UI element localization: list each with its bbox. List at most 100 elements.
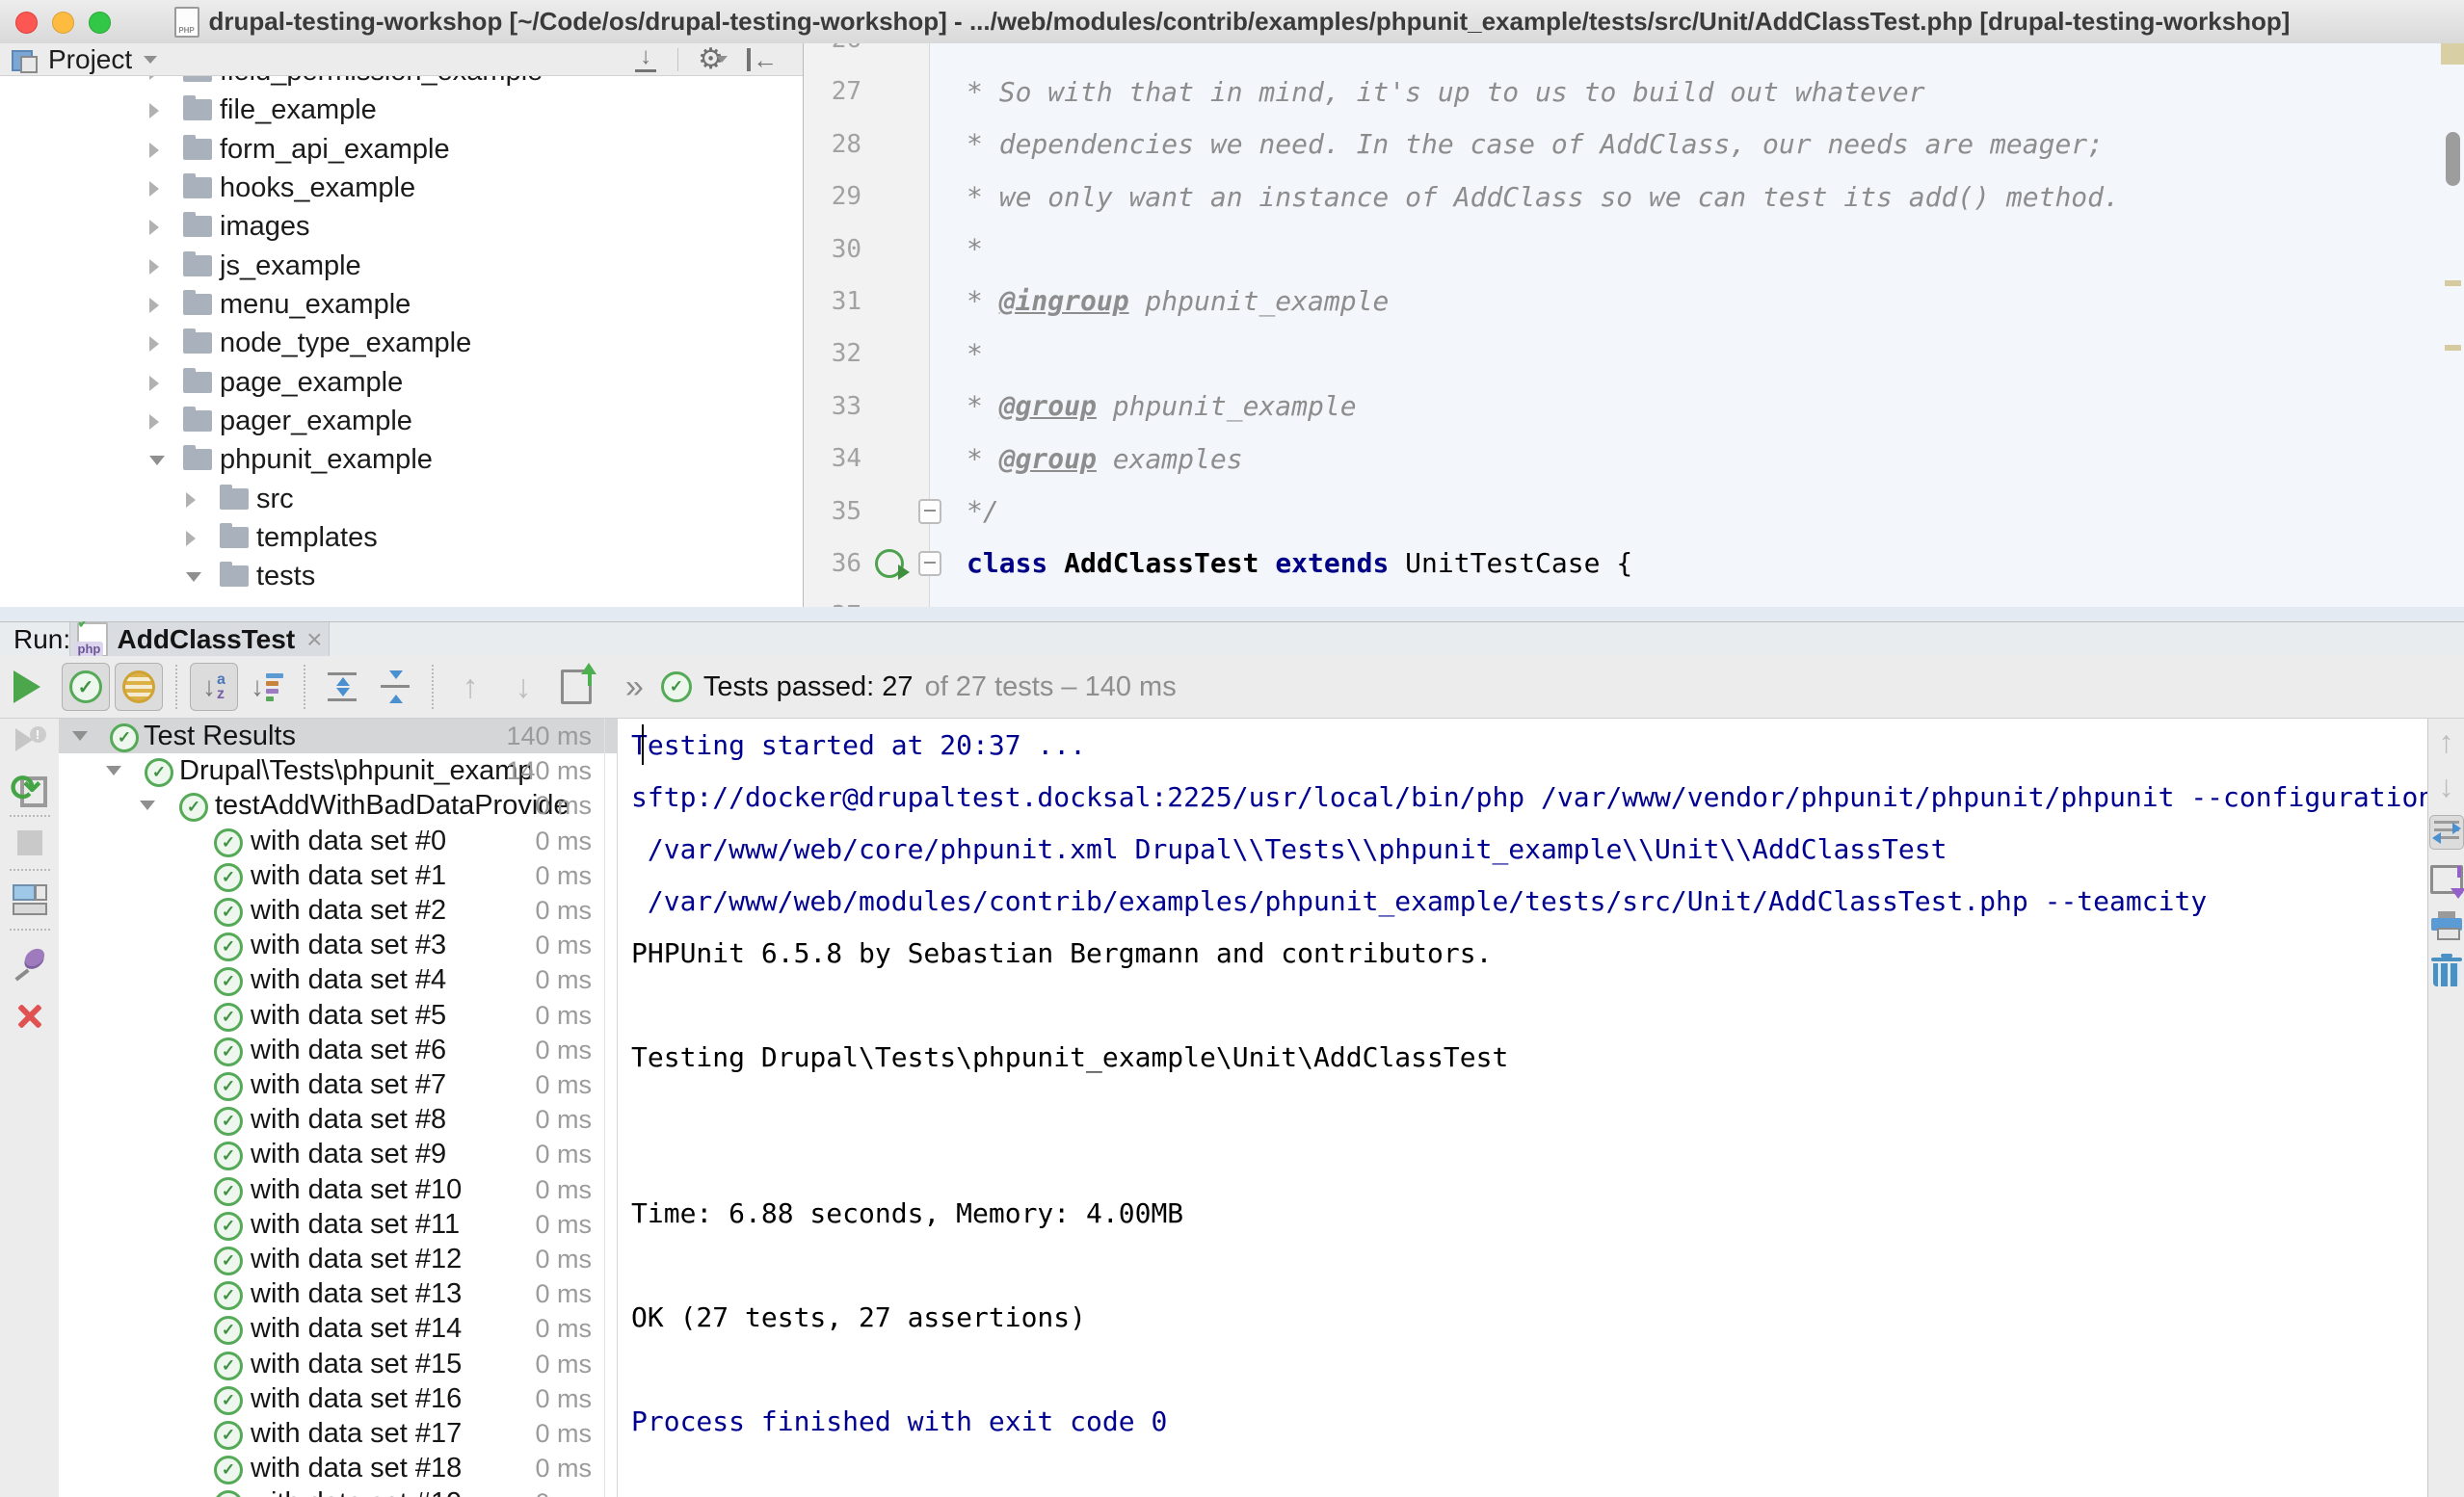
test-tree-row[interactable]: with data set #80 ms bbox=[59, 1102, 617, 1137]
test-tree-row[interactable]: Drupal\Tests\phpunit_examp140 ms bbox=[59, 753, 617, 788]
print-icon[interactable] bbox=[2431, 911, 2462, 940]
collapse-all-button[interactable] bbox=[371, 663, 419, 711]
toolbar-overflow-chevron[interactable]: » bbox=[625, 669, 644, 706]
title-bar[interactable]: drupal-testing-workshop [~/Code/os/drupa… bbox=[0, 0, 2464, 44]
test-tree-row[interactable]: with data set #140 ms bbox=[59, 1311, 617, 1346]
test-tree-row[interactable]: with data set #180 ms bbox=[59, 1451, 617, 1485]
project-panel-title[interactable]: Project bbox=[48, 44, 132, 75]
project-tree-item[interactable]: phpunit_example bbox=[0, 440, 803, 479]
test-tree-row[interactable]: with data set #120 ms bbox=[59, 1242, 617, 1276]
inspection-status-square[interactable] bbox=[2441, 43, 2464, 65]
editor-line[interactable]: 30* bbox=[804, 223, 2464, 275]
editor-line[interactable]: 36class AddClassTest extends UnitTestCas… bbox=[804, 538, 2464, 590]
file-proxy-icon[interactable] bbox=[174, 7, 199, 38]
disclosure-triangle[interactable] bbox=[149, 103, 159, 118]
test-tree-row[interactable]: with data set #130 ms bbox=[59, 1276, 617, 1311]
editor-line[interactable]: 29* we only want an instance of AddClass… bbox=[804, 171, 2464, 223]
editor-line[interactable]: 31* @ingroup phpunit_example bbox=[804, 276, 2464, 328]
code-editor[interactable]: 26*27* So with that in mind, it's up to … bbox=[804, 43, 2464, 621]
test-tree-row[interactable]: with data set #30 ms bbox=[59, 928, 617, 962]
test-tree-row[interactable]: with data set #20 ms bbox=[59, 893, 617, 928]
project-tree-item[interactable]: page_example bbox=[0, 363, 803, 402]
expand-all-button[interactable] bbox=[318, 663, 366, 711]
sort-alphabetically-toggle[interactable]: ↓az bbox=[190, 663, 238, 711]
test-tree-row[interactable]: with data set #110 ms bbox=[59, 1207, 617, 1242]
warning-stripe-mark[interactable] bbox=[2445, 280, 2461, 286]
test-tree-row[interactable]: with data set #00 ms bbox=[59, 824, 617, 858]
down-stacktrace-icon[interactable]: ↓ bbox=[2439, 771, 2454, 801]
test-tree-row[interactable]: with data set #100 ms bbox=[59, 1172, 617, 1207]
disclosure-triangle[interactable] bbox=[149, 336, 159, 352]
project-tree-item[interactable]: images bbox=[0, 207, 803, 246]
project-tree-item[interactable]: file_example bbox=[0, 91, 803, 129]
run-tab-addclasstest[interactable]: ✓php AddClassTest × bbox=[69, 622, 330, 657]
disclosure-triangle[interactable] bbox=[149, 456, 165, 465]
disclosure-triangle[interactable] bbox=[149, 143, 159, 158]
pin-tab-icon[interactable] bbox=[13, 946, 47, 981]
disclosure-triangle[interactable] bbox=[186, 572, 201, 582]
disclosure-triangle[interactable] bbox=[149, 298, 159, 313]
project-tree-item[interactable]: menu_example bbox=[0, 285, 803, 324]
next-failed-test-button[interactable]: ↓ bbox=[499, 663, 547, 711]
project-tree-item[interactable]: hooks_example bbox=[0, 169, 803, 207]
rerun-button[interactable] bbox=[13, 670, 40, 703]
rerun-failed-tests-icon[interactable]: ! bbox=[13, 724, 46, 757]
test-tree-row[interactable]: with data set #10 ms bbox=[59, 858, 617, 893]
test-tree-row[interactable]: with data set #70 ms bbox=[59, 1067, 617, 1102]
disclosure-triangle[interactable] bbox=[186, 492, 196, 508]
test-tree-row[interactable]: with data set #170 ms bbox=[59, 1416, 617, 1451]
show-ignored-toggle[interactable] bbox=[115, 663, 163, 711]
test-tree-row[interactable]: with data set #150 ms bbox=[59, 1347, 617, 1381]
disclosure-triangle[interactable] bbox=[72, 731, 88, 741]
editor-line[interactable]: 28* dependencies we need. In the case of… bbox=[804, 118, 2464, 171]
disclosure-triangle[interactable] bbox=[149, 220, 159, 235]
rerun-icon[interactable]: ⟳ bbox=[13, 771, 47, 805]
up-stacktrace-icon[interactable]: ↑ bbox=[2439, 726, 2454, 757]
editor-line[interactable]: 26* bbox=[804, 43, 2464, 66]
project-tree-item[interactable]: js_example bbox=[0, 247, 803, 285]
scroll-from-source-icon[interactable]: ↓ bbox=[633, 47, 658, 72]
test-tree-row[interactable]: with data set #160 ms bbox=[59, 1381, 617, 1416]
test-tree-row[interactable]: testAddWithBadDataProvide0 ms bbox=[59, 788, 617, 823]
code-fold-marker[interactable] bbox=[918, 499, 941, 524]
chevron-down-icon[interactable] bbox=[144, 56, 157, 64]
editor-line[interactable]: 34* @group examples bbox=[804, 433, 2464, 485]
console-output[interactable]: Testing started at 20:37 ...sftp://docke… bbox=[617, 719, 2428, 1497]
hide-panel-icon[interactable]: ← bbox=[747, 48, 778, 71]
gear-icon[interactable]: ⚙ bbox=[698, 45, 728, 74]
disclosure-triangle[interactable] bbox=[149, 259, 159, 275]
disclosure-triangle[interactable] bbox=[186, 531, 196, 546]
editor-line[interactable]: 27* So with that in mind, it's up to us … bbox=[804, 66, 2464, 118]
clear-all-icon[interactable] bbox=[2433, 956, 2460, 986]
restore-layout-icon[interactable] bbox=[13, 884, 47, 915]
test-tree-row[interactable]: with data set #90 ms bbox=[59, 1137, 617, 1171]
warning-stripe-mark[interactable] bbox=[2445, 345, 2461, 351]
disclosure-triangle[interactable] bbox=[149, 414, 159, 430]
project-tree-item[interactable]: tests bbox=[0, 557, 803, 595]
editor-line[interactable]: 32* bbox=[804, 328, 2464, 380]
test-tree-row[interactable]: with data set #40 ms bbox=[59, 962, 617, 997]
project-tree-item[interactable]: pager_example bbox=[0, 402, 803, 440]
code-fold-marker[interactable] bbox=[918, 551, 941, 576]
editor-line[interactable]: 33* @group phpunit_example bbox=[804, 381, 2464, 433]
test-tree-row[interactable]: with data set #60 ms bbox=[59, 1033, 617, 1067]
close-panel-icon[interactable] bbox=[14, 1000, 45, 1031]
test-tree-row[interactable]: with data set #50 ms bbox=[59, 998, 617, 1033]
project-tree-item[interactable]: src bbox=[0, 480, 803, 518]
editor-scrollbar-thumb[interactable] bbox=[2446, 132, 2460, 186]
disclosure-triangle[interactable] bbox=[149, 181, 159, 197]
stop-icon[interactable] bbox=[17, 830, 42, 855]
editor-line[interactable]: 37 bbox=[804, 590, 2464, 607]
disclosure-triangle[interactable] bbox=[149, 376, 159, 391]
disclosure-triangle[interactable] bbox=[106, 766, 121, 775]
disclosure-triangle[interactable] bbox=[140, 801, 155, 810]
close-tab-icon[interactable]: × bbox=[306, 624, 322, 655]
panel-splitter[interactable] bbox=[0, 607, 2464, 621]
previous-failed-test-button[interactable]: ↑ bbox=[446, 663, 494, 711]
sort-by-duration-button[interactable]: ↓ bbox=[243, 663, 291, 711]
run-test-gutter-icon[interactable] bbox=[875, 549, 904, 578]
scroll-to-end-icon[interactable] bbox=[2430, 865, 2463, 894]
project-tree-item[interactable]: node_type_example bbox=[0, 324, 803, 362]
show-passed-toggle[interactable] bbox=[62, 663, 110, 711]
test-tree-row[interactable]: Test Results140 ms bbox=[59, 719, 617, 753]
